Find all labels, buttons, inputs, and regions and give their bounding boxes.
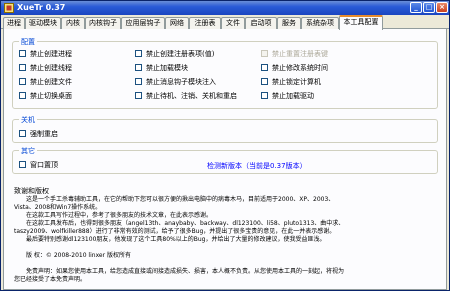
window-title: XueTr 0.37 [17,3,66,12]
checkbox-label: 强制重启 [30,130,58,138]
checkbox-box[interactable] [261,64,268,71]
minimize-button[interactable]: _ [410,2,422,13]
about-disclaimer-2: 您已经接受了本免责声明。 [14,276,87,283]
checkbox-label: 禁止创建进程 [30,50,72,58]
checkbox-box[interactable] [19,92,26,99]
tab-startup[interactable]: 启动项 [245,17,277,29]
checkbox-box[interactable] [19,78,26,85]
tab-services[interactable]: 服务 [277,17,301,29]
checkbox-box[interactable] [135,78,142,85]
about-title: 致谢和版权 [14,187,49,195]
close-button[interactable]: × [436,2,448,13]
about-line-1: 这是一个手工杀毒辅助工具，在它的帮助下您可以很方便的揪出电脑中的病毒木马，目前适… [26,196,335,203]
checkbox-block-create-process[interactable]: 禁止创建进程 [19,50,72,58]
about-line-5: taszy2009、wolfkiller888）进行了非常有效的测试，给予了很多… [14,228,336,235]
tab-process[interactable]: 进程 [3,17,25,29]
checkbox-block-load-module[interactable]: 禁止加载模块 [135,64,188,72]
checkbox-label: 禁止消息钩子模块注入 [146,78,216,86]
about-disclaimer-1: 免责声明：如果您使用本工具，给您造成直接或间接造成损失、损害，本人概不负责。从您… [26,268,345,275]
other-group: 其它 窗口置顶 检测新版本（当前是0.37版本） [12,146,438,174]
tab-network[interactable]: 网络 [165,17,189,29]
tab-bar: 进程 驱动模块 内核 内核钩子 应用层钩子 网络 注册表 文件 启动项 服务 系… [1,15,449,30]
checkbox-force-reboot[interactable]: 强制重启 [19,130,58,138]
checkbox-label: 禁止待机、注销、关机和重启 [146,92,237,100]
maximize-button[interactable]: □ [423,2,435,13]
tab-tool-config[interactable]: 本工具配置 [339,15,383,30]
checkbox-block-load-driver[interactable]: 禁止加载驱动 [261,92,314,100]
checkbox-box[interactable] [261,78,268,85]
tab-driver-modules[interactable]: 驱动模块 [25,17,61,29]
checkbox-block-modify-time[interactable]: 禁止修改系统时间 [261,64,328,72]
tab-registry[interactable]: 注册表 [189,17,221,29]
checkbox-block-switch-desktop[interactable]: 禁止切换桌面 [19,92,72,100]
checkbox-always-on-top[interactable]: 窗口置顶 [19,161,58,169]
checkbox-box[interactable] [261,92,268,99]
checkbox-block-message-hook[interactable]: 禁止消息钩子模块注入 [135,78,216,86]
about-line-2: Vista、2008和Win7操作系统。 [14,204,102,211]
other-group-title: 其它 [19,146,37,156]
checkbox-block-create-file[interactable]: 禁止创建文件 [19,78,72,86]
about-line-4: 在这款工具发布后，也得到很多朋友（angel13th、anaybaby、back… [26,220,345,227]
tab-kernel[interactable]: 内核 [61,17,85,29]
checkbox-box[interactable] [135,50,142,57]
checkbox-block-reset-registry-key: 禁止重置注册表键 [261,50,328,58]
about-line-3: 在这款工具写作过程中，参考了很多朋友的技术文章，在此表示感谢。 [26,212,213,219]
checkbox-label: 禁止创建注册表项(值) [146,50,215,58]
checkbox-label: 禁止创建文件 [30,78,72,86]
tab-kernel-hooks[interactable]: 内核钩子 [85,17,121,29]
checkbox-label: 禁止重置注册表键 [272,50,328,58]
shutdown-group: 关机 强制重启 [12,115,438,143]
checkbox-box[interactable] [135,92,142,99]
config-panel: 配置 禁止创建进程 禁止创建线程 禁止创建文件 禁止切换桌面 禁止创建注册表项(… [3,29,447,290]
tab-app-hooks[interactable]: 应用层钩子 [121,17,165,29]
checkbox-label: 禁止切换桌面 [30,92,72,100]
checkbox-label: 禁止锁定计算机 [272,78,321,86]
checkbox-block-create-registry[interactable]: 禁止创建注册表项(值) [135,50,214,58]
checkbox-label: 窗口置顶 [30,161,58,169]
checkbox-box[interactable] [19,161,26,168]
title-bar[interactable]: XueTr 0.37 _ □ × [1,1,449,15]
tab-files[interactable]: 文件 [221,17,245,29]
checkbox-label: 禁止创建线程 [30,64,72,72]
checkbox-block-power-actions[interactable]: 禁止待机、注销、关机和重启 [135,92,237,100]
about-copyright: 版 权：© 2008-2010 linxer 版权所有 [26,252,131,259]
checkbox-block-create-thread[interactable]: 禁止创建线程 [19,64,72,72]
checkbox-label: 禁止加载模块 [146,64,188,72]
checkbox-box[interactable] [19,64,26,71]
checkbox-label: 禁止加载驱动 [272,92,314,100]
tab-misc[interactable]: 系统杂项 [301,17,339,29]
checkbox-block-lock-computer[interactable]: 禁止锁定计算机 [261,78,321,86]
checkbox-box[interactable] [135,64,142,71]
checkbox-box[interactable] [19,50,26,57]
checkbox-label: 禁止修改系统时间 [272,64,328,72]
config-group: 配置 禁止创建进程 禁止创建线程 禁止创建文件 禁止切换桌面 禁止创建注册表项(… [12,37,438,109]
app-icon [4,3,14,13]
shutdown-group-title: 关机 [19,115,37,125]
about-line-6: 最后要特别感谢dl123100朋友，他发现了这个工具80%以上的Bug，并给出了… [26,236,326,243]
checkbox-box[interactable] [19,130,26,137]
main-window: XueTr 0.37 _ □ × 进程 驱动模块 内核 内核钩子 应用层钩子 网… [0,0,450,291]
check-update-link[interactable]: 检测新版本（当前是0.37版本） [207,161,307,171]
config-group-title: 配置 [19,37,37,47]
checkbox-box [261,50,268,57]
